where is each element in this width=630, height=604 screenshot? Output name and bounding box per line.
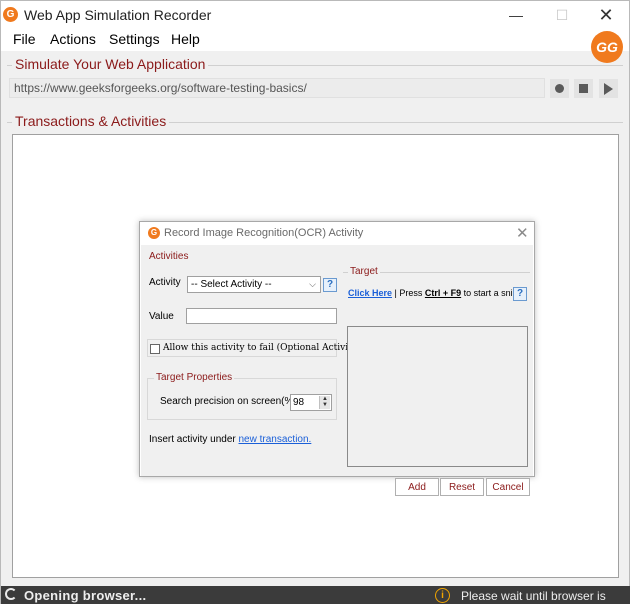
snip-preview-area (347, 326, 528, 467)
click-here-link[interactable]: Click Here (348, 288, 392, 298)
menu-help[interactable]: Help (171, 31, 200, 47)
value-input[interactable] (186, 308, 337, 324)
reset-button[interactable]: Reset (440, 478, 484, 496)
dialog-logo-icon: G (148, 227, 160, 239)
shortcut-text: Ctrl + F9 (424, 288, 462, 298)
simulate-group-title: Simulate Your Web Application (12, 56, 209, 72)
maximize-button[interactable]: ☐ (539, 1, 585, 29)
optional-activity-label: Allow this activity to fail (Optional Ac… (163, 343, 361, 353)
app-logo-icon: G (3, 7, 18, 22)
activities-label: Activities (149, 251, 189, 262)
brand-logo-icon: GG (591, 31, 623, 63)
record-button[interactable] (550, 79, 569, 98)
activity-help-icon[interactable]: ? (323, 278, 337, 292)
ocr-activity-dialog: G Record Image Recognition(OCR) Activity… (139, 221, 535, 496)
stop-icon (579, 84, 588, 93)
menu-file[interactable]: File (13, 31, 36, 47)
dialog-close-button[interactable]: ✕ (516, 224, 529, 242)
add-button[interactable]: Add (395, 478, 439, 496)
target-properties-label: Target Properties (154, 372, 235, 383)
dialog-body: Activities Activity -- Select Activity -… (141, 245, 533, 496)
activity-label: Activity (149, 277, 181, 288)
transactions-group-title: Transactions & Activities (12, 113, 170, 129)
title-bar: G Web App Simulation Recorder — ☐ ✕ (1, 1, 629, 29)
optional-activity-checkbox[interactable] (150, 344, 160, 354)
menu-actions[interactable]: Actions (50, 31, 96, 47)
main-window: G Web App Simulation Recorder — ☐ ✕ File… (0, 0, 630, 604)
play-icon (604, 82, 613, 95)
precision-label: Search precision on screen(%): (160, 396, 300, 407)
cancel-button[interactable]: Cancel (486, 478, 530, 496)
precision-value: 98 (293, 397, 305, 408)
menu-settings[interactable]: Settings (109, 31, 160, 47)
status-hint: Please wait until browser is opened. (461, 589, 606, 604)
menu-bar: File Actions Settings Help (1, 29, 629, 51)
url-field[interactable]: https://www.geeksforgeeks.org/software-t… (9, 78, 545, 98)
record-icon (555, 84, 564, 93)
chevron-down-icon: ⌵ (309, 279, 316, 289)
activity-select-value: -- Select Activity -- (191, 279, 272, 290)
snip-suffix-text: to start a snip (461, 288, 518, 298)
window-title: Web App Simulation Recorder (24, 7, 212, 23)
snip-middle-text: | Press (392, 288, 425, 298)
dialog-title: Record Image Recognition(OCR) Activity (164, 227, 364, 239)
target-label: Target (348, 266, 380, 277)
close-button[interactable]: ✕ (583, 1, 629, 29)
status-message: Opening browser... (24, 588, 147, 603)
new-transaction-link[interactable]: new transaction. (239, 434, 312, 445)
snip-instruction: Click Here | Press Ctrl + F9 to start a … (348, 288, 518, 298)
stop-button[interactable] (574, 79, 593, 98)
status-bar: Opening browser... i Please wait until b… (1, 586, 630, 604)
minimize-button[interactable]: — (493, 1, 539, 29)
activity-select[interactable]: -- Select Activity -- ⌵ (187, 276, 321, 293)
target-help-icon[interactable]: ? (513, 287, 527, 301)
play-button[interactable] (599, 79, 618, 98)
info-icon: i (435, 588, 450, 603)
spin-arrows-icon[interactable]: ▲ ▼ (319, 396, 330, 409)
insert-prefix: Insert activity under (149, 434, 236, 445)
value-label: Value (149, 311, 174, 322)
insert-activity-text: Insert activity under new transaction. (149, 434, 311, 445)
loading-spinner-icon (5, 588, 17, 600)
precision-stepper[interactable]: 98 ▲ ▼ (290, 394, 332, 411)
dialog-title-bar: G Record Image Recognition(OCR) Activity… (140, 222, 534, 244)
